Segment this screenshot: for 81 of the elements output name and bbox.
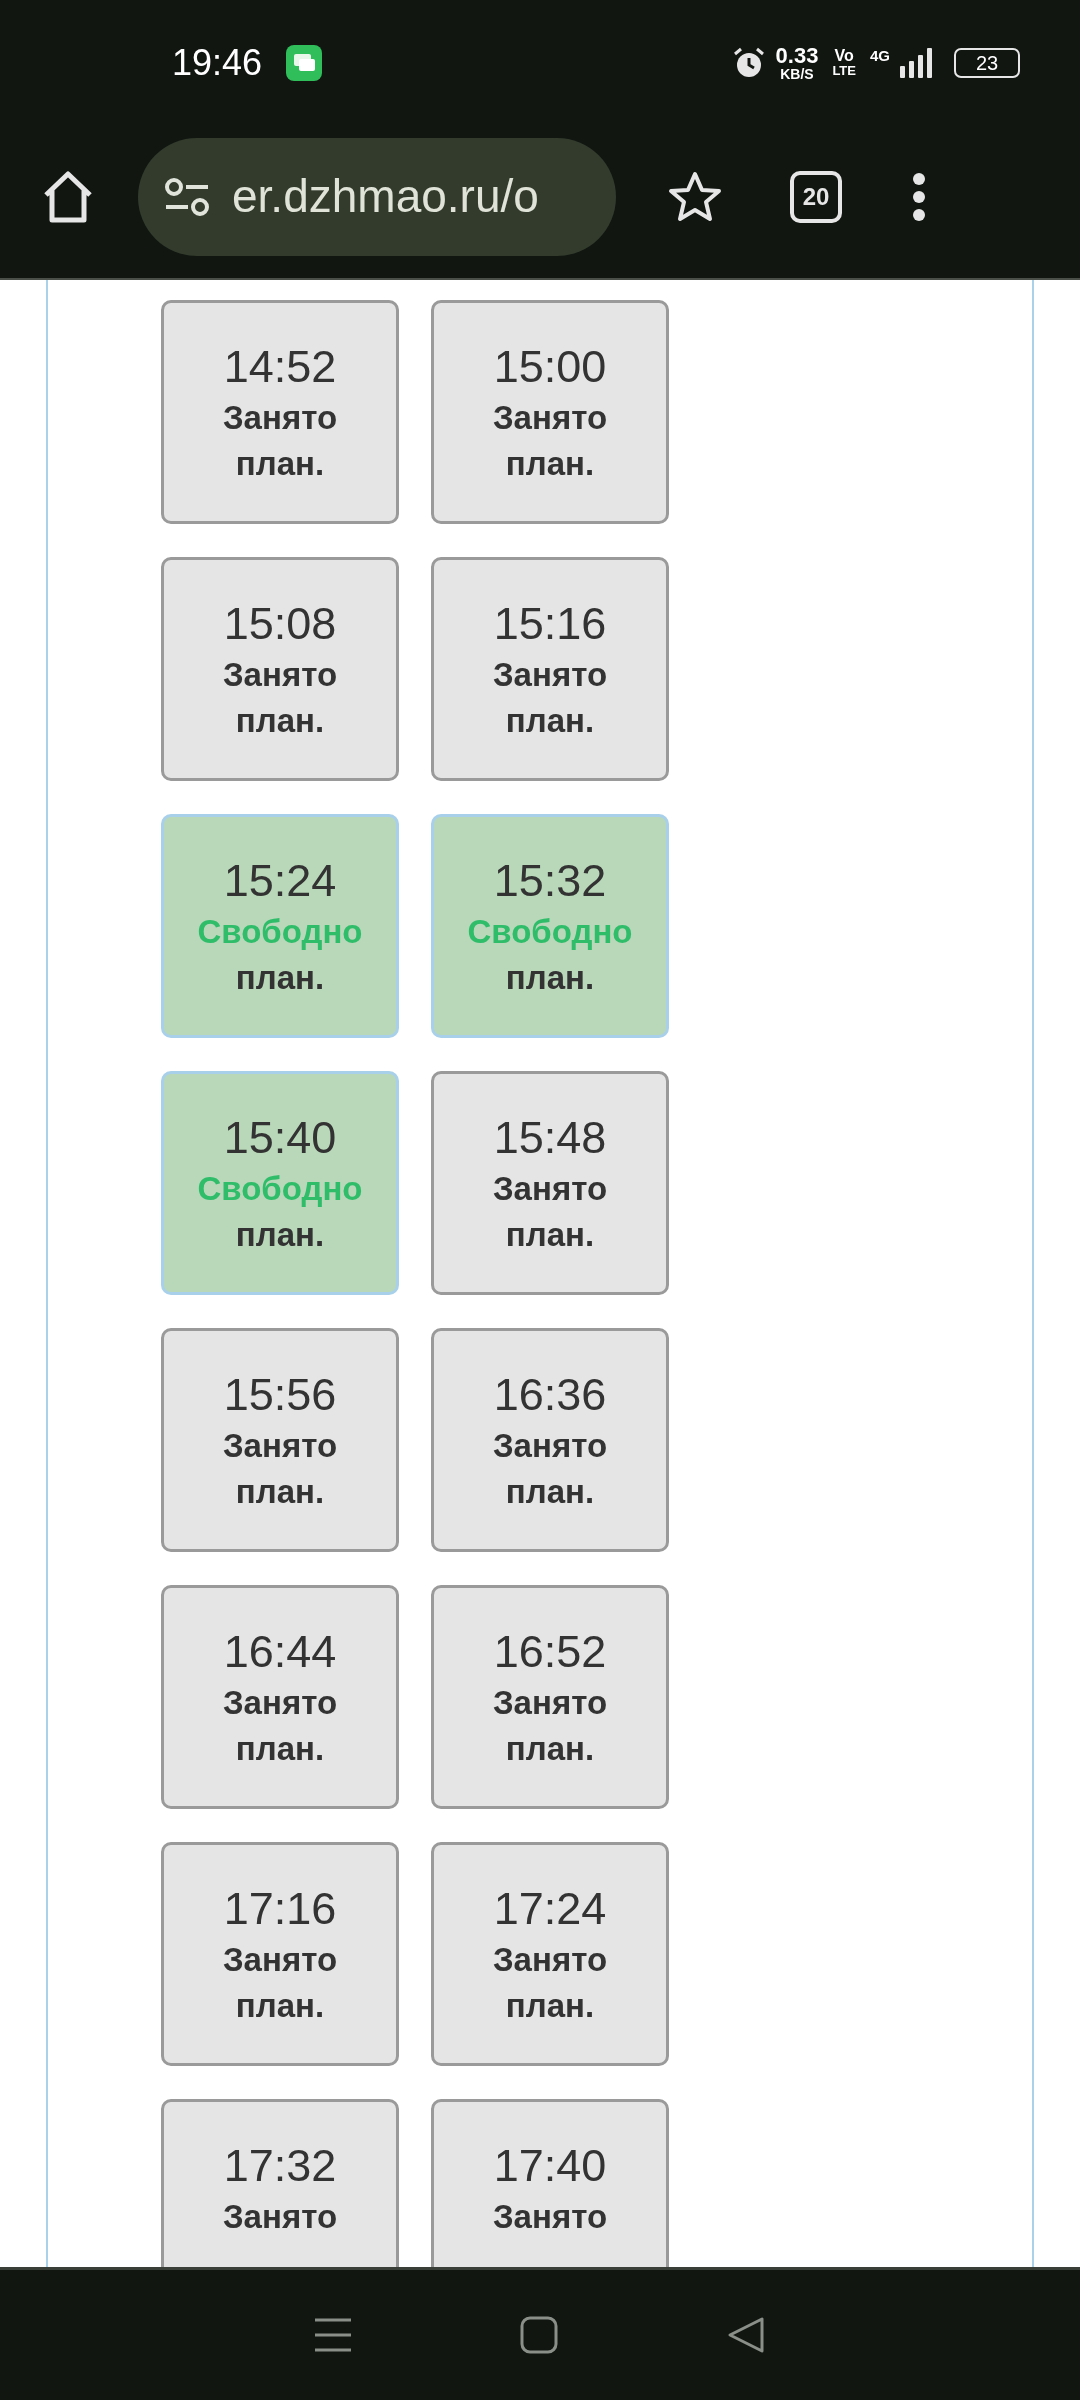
slot-note: план.: [235, 1215, 325, 1255]
slot-note: план.: [235, 444, 325, 484]
slot-note: план.: [505, 1729, 595, 1769]
clock: 19:46: [172, 40, 263, 85]
slot-time: 15:48: [493, 1111, 607, 1165]
data-speed-unit: KB/S: [780, 66, 814, 81]
time-slot[interactable]: 15:16 Занято план.: [431, 557, 669, 781]
battery-indicator: 23: [954, 47, 1020, 78]
slot-status: Занято: [492, 1940, 608, 1980]
slot-note: план.: [505, 444, 595, 484]
time-slot[interactable]: 15:08 Занято план.: [161, 557, 399, 781]
slot-note: план.: [505, 1986, 595, 2026]
slot-status: Занято: [492, 1683, 608, 1723]
alarm-clock-icon: [731, 45, 766, 80]
slot-note: план.: [505, 958, 595, 998]
messages-icon: [286, 44, 323, 81]
slot-time: 17:24: [493, 1882, 607, 1936]
slot-note: план.: [235, 701, 325, 741]
slot-status: Занято: [492, 398, 608, 438]
time-slot[interactable]: 17:24 Занято план.: [431, 1842, 669, 2066]
slot-status: Занято: [222, 1426, 338, 1466]
slot-time: 15:16: [493, 597, 607, 651]
url-text: er.dzhmao.ru/o: [232, 169, 539, 224]
star-icon[interactable]: [668, 170, 722, 223]
data-speed: 0.33: [775, 44, 819, 67]
slot-status: Занято: [222, 398, 338, 438]
time-slot[interactable]: 15:56 Занято план.: [161, 1328, 399, 1552]
time-slot[interactable]: 15:00 Занято план.: [431, 300, 669, 524]
signal-icon: [900, 47, 932, 78]
slot-time: 15:00: [493, 340, 607, 394]
back-icon[interactable]: [727, 2316, 766, 2354]
slot-time: 16:52: [493, 1625, 607, 1679]
more-menu-icon[interactable]: [912, 171, 926, 222]
network-type: 4G: [870, 45, 890, 66]
slot-time: 16:44: [223, 1625, 337, 1679]
slot-note: план.: [505, 701, 595, 741]
time-slot[interactable]: 17:16 Занято план.: [161, 1842, 399, 2066]
address-bar[interactable]: er.dzhmao.ru/o: [138, 137, 616, 256]
slot-note: план.: [235, 1986, 325, 2026]
slot-status: Занято: [222, 2197, 338, 2237]
home-button-icon[interactable]: [520, 2316, 558, 2354]
time-slot[interactable]: 16:44 Занято план.: [161, 1585, 399, 1809]
slot-note: план.: [235, 958, 325, 998]
slot-time: 15:24: [223, 854, 337, 908]
slot-time: 14:52: [223, 340, 337, 394]
slot-status: Занято: [492, 1426, 608, 1466]
slot-status: Занято: [492, 655, 608, 695]
site-settings-icon[interactable]: [164, 176, 210, 217]
time-slot[interactable]: 17:32 Занято: [161, 2099, 399, 2267]
slot-time: 15:32: [493, 854, 607, 908]
slot-status: Занято: [222, 1940, 338, 1980]
time-slot[interactable]: 17:40 Занято: [431, 2099, 669, 2267]
slot-note: план.: [235, 1472, 325, 1512]
volte-label: LTE: [832, 64, 856, 77]
slot-status: Занято: [222, 655, 338, 695]
slot-time: 17:16: [223, 1882, 337, 1936]
slot-status: Занято: [492, 1169, 608, 1209]
slot-status: Свободно: [467, 912, 633, 952]
slot-status: Занято: [222, 1683, 338, 1723]
tab-count-button[interactable]: 20: [790, 170, 842, 223]
time-slot[interactable]: 15:40 Свободно план.: [161, 1071, 399, 1295]
time-slot[interactable]: 15:24 Свободно план.: [161, 814, 399, 1038]
time-slot[interactable]: 16:52 Занято план.: [431, 1585, 669, 1809]
time-slot[interactable]: 16:36 Занято план.: [431, 1328, 669, 1552]
slot-note: план.: [505, 1215, 595, 1255]
slot-time: 15:40: [223, 1111, 337, 1165]
slot-time: 15:08: [223, 597, 337, 651]
slot-note: план.: [505, 1472, 595, 1512]
menu-icon[interactable]: [314, 2317, 351, 2353]
slot-time: 16:36: [493, 1368, 607, 1422]
time-slot[interactable]: 15:48 Занято план.: [431, 1071, 669, 1295]
slot-status: Занято: [492, 2197, 608, 2237]
slot-time: 17:32: [223, 2139, 337, 2193]
slot-status: Свободно: [197, 1169, 363, 1209]
slot-time: 15:56: [223, 1368, 337, 1422]
slot-note: план.: [235, 1729, 325, 1769]
time-slot[interactable]: 15:32 Свободно план.: [431, 814, 669, 1038]
time-slot[interactable]: 14:52 Занято план.: [161, 300, 399, 524]
slot-time: 17:40: [493, 2139, 607, 2193]
volte-label: Vo: [834, 48, 854, 64]
slot-status: Свободно: [197, 912, 363, 952]
